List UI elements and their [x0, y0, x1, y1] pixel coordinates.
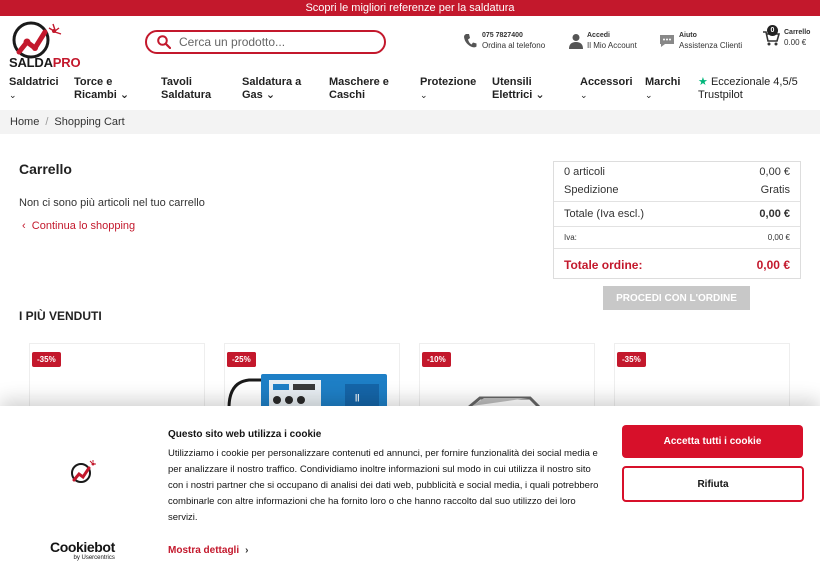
saldapro-logo[interactable]: SALDAPRO [9, 18, 89, 70]
chat-icon [659, 34, 675, 48]
site-header: SALDAPRO 075 7827400Ordina al telefono A… [0, 16, 820, 70]
show-details-link[interactable]: Mostra dettagli › [168, 545, 248, 556]
cookie-title: Questo sito web utilizza i cookie [168, 429, 322, 440]
svg-text:||: || [355, 393, 359, 402]
product-card[interactable]: -35% [29, 343, 205, 413]
nav-item-accessori[interactable]: Accessori ⌄ [580, 76, 633, 102]
summary-subtotal-row: Totale (Iva escl.) 0,00 € [564, 208, 790, 220]
chevron-left-icon: ‹ [22, 220, 26, 232]
nav-item-maschere-caschi[interactable]: Maschere e Caschi [329, 76, 389, 102]
promo-text[interactable]: Scopri le migliori referenze per la sald… [305, 2, 514, 14]
order-summary: 0 articoli 0,00 € Spedizione Gratis Totale… [553, 161, 801, 279]
cookie-banner: Cookiebot by Usercentrics Questo sito we… [0, 406, 820, 577]
search-input[interactable] [179, 35, 369, 49]
continue-shopping-link[interactable]: ‹ Continua lo shopping [22, 220, 135, 232]
help-link[interactable]: Aiuto Assistenza Clienti [659, 31, 742, 51]
discount-badge-overlay: -25% [227, 352, 256, 367]
bestsellers-title: I PIÙ VENDUTI [19, 309, 102, 323]
nav-item-saldatrici[interactable]: Saldatrici ⌄ [9, 76, 59, 102]
cart-icon: 0 [762, 25, 780, 47]
nav-item-marchi[interactable]: Marchi ⌄ [645, 76, 680, 102]
main-nav: Saldatrici ⌄ Torce e Ricambi ⌄ Tavoli Salda… [0, 70, 820, 110]
proceed-order-button[interactable]: PROCEDI CON L'ORDINE [603, 286, 750, 310]
accept-all-cookies-button[interactable]: Accetta tutti i cookie [622, 425, 803, 458]
discount-badge: -35% [32, 352, 61, 367]
chevron-right-icon: › [245, 545, 249, 556]
phone-order-link[interactable]: 075 7827400 Ordina al telefono [462, 31, 545, 51]
saldapro-mini-logo-icon [71, 460, 96, 483]
page-title: Carrello [19, 161, 72, 177]
promo-bar[interactable]: Scopri le migliori referenze per la sald… [0, 0, 820, 16]
cart-count-badge: 0 [767, 25, 778, 36]
phone-icon [462, 32, 478, 50]
search-icon[interactable] [157, 35, 171, 49]
account-link[interactable]: Accedi Il Mio Account [569, 31, 637, 51]
reject-cookies-button[interactable]: Rifiuta [622, 466, 804, 502]
summary-items-row: 0 articoli 0,00 € [564, 166, 790, 178]
product-card[interactable]: -35% [614, 343, 790, 413]
cart-empty-message: Non ci sono più articoli nel tuo carrell… [19, 197, 205, 209]
cart-link[interactable]: 0 Carrello 0.00 € [762, 25, 810, 48]
breadcrumb-current: Shopping Cart [54, 116, 125, 128]
logo-wordmark: SALDAPRO [9, 55, 81, 70]
breadcrumb: Home / Shopping Cart [0, 110, 820, 134]
welding-table-image [467, 396, 542, 410]
cookiebot-logo[interactable]: Cookiebot by Usercentrics [50, 540, 115, 562]
breadcrumb-home[interactable]: Home [10, 116, 39, 128]
search-box[interactable] [145, 30, 386, 54]
welding-robot-logo-icon [12, 21, 62, 59]
trustpilot-star-icon: ★ [698, 76, 708, 88]
cookie-text: Utilizziamo i cookie per personalizzare … [168, 448, 599, 523]
nav-item-utensili-elettrici[interactable]: Utensili Elettrici ⌄ [492, 76, 545, 102]
summary-vat-row: Iva: 0,00 € [564, 233, 790, 242]
discount-badge: -35% [617, 352, 646, 367]
user-icon [569, 33, 583, 49]
nav-item-saldatura-gas[interactable]: Saldatura a Gas ⌄ [242, 76, 301, 102]
summary-shipping-row: Spedizione Gratis [564, 184, 790, 196]
nav-item-torce-ricambi[interactable]: Torce e Ricambi ⌄ [74, 76, 129, 102]
trustpilot-rating[interactable]: ★ Eccezionale 4,5/5 Trustpilot [698, 76, 798, 102]
product-card[interactable]: -10% [419, 343, 595, 413]
product-card[interactable]: -25% || -25% [224, 343, 400, 413]
summary-total-row: Totale ordine: 0,00 € [564, 258, 790, 272]
nav-item-tavoli-saldatura[interactable]: Tavoli Saldatura [161, 76, 211, 102]
nav-item-protezione[interactable]: Protezione ⌄ [420, 76, 476, 102]
